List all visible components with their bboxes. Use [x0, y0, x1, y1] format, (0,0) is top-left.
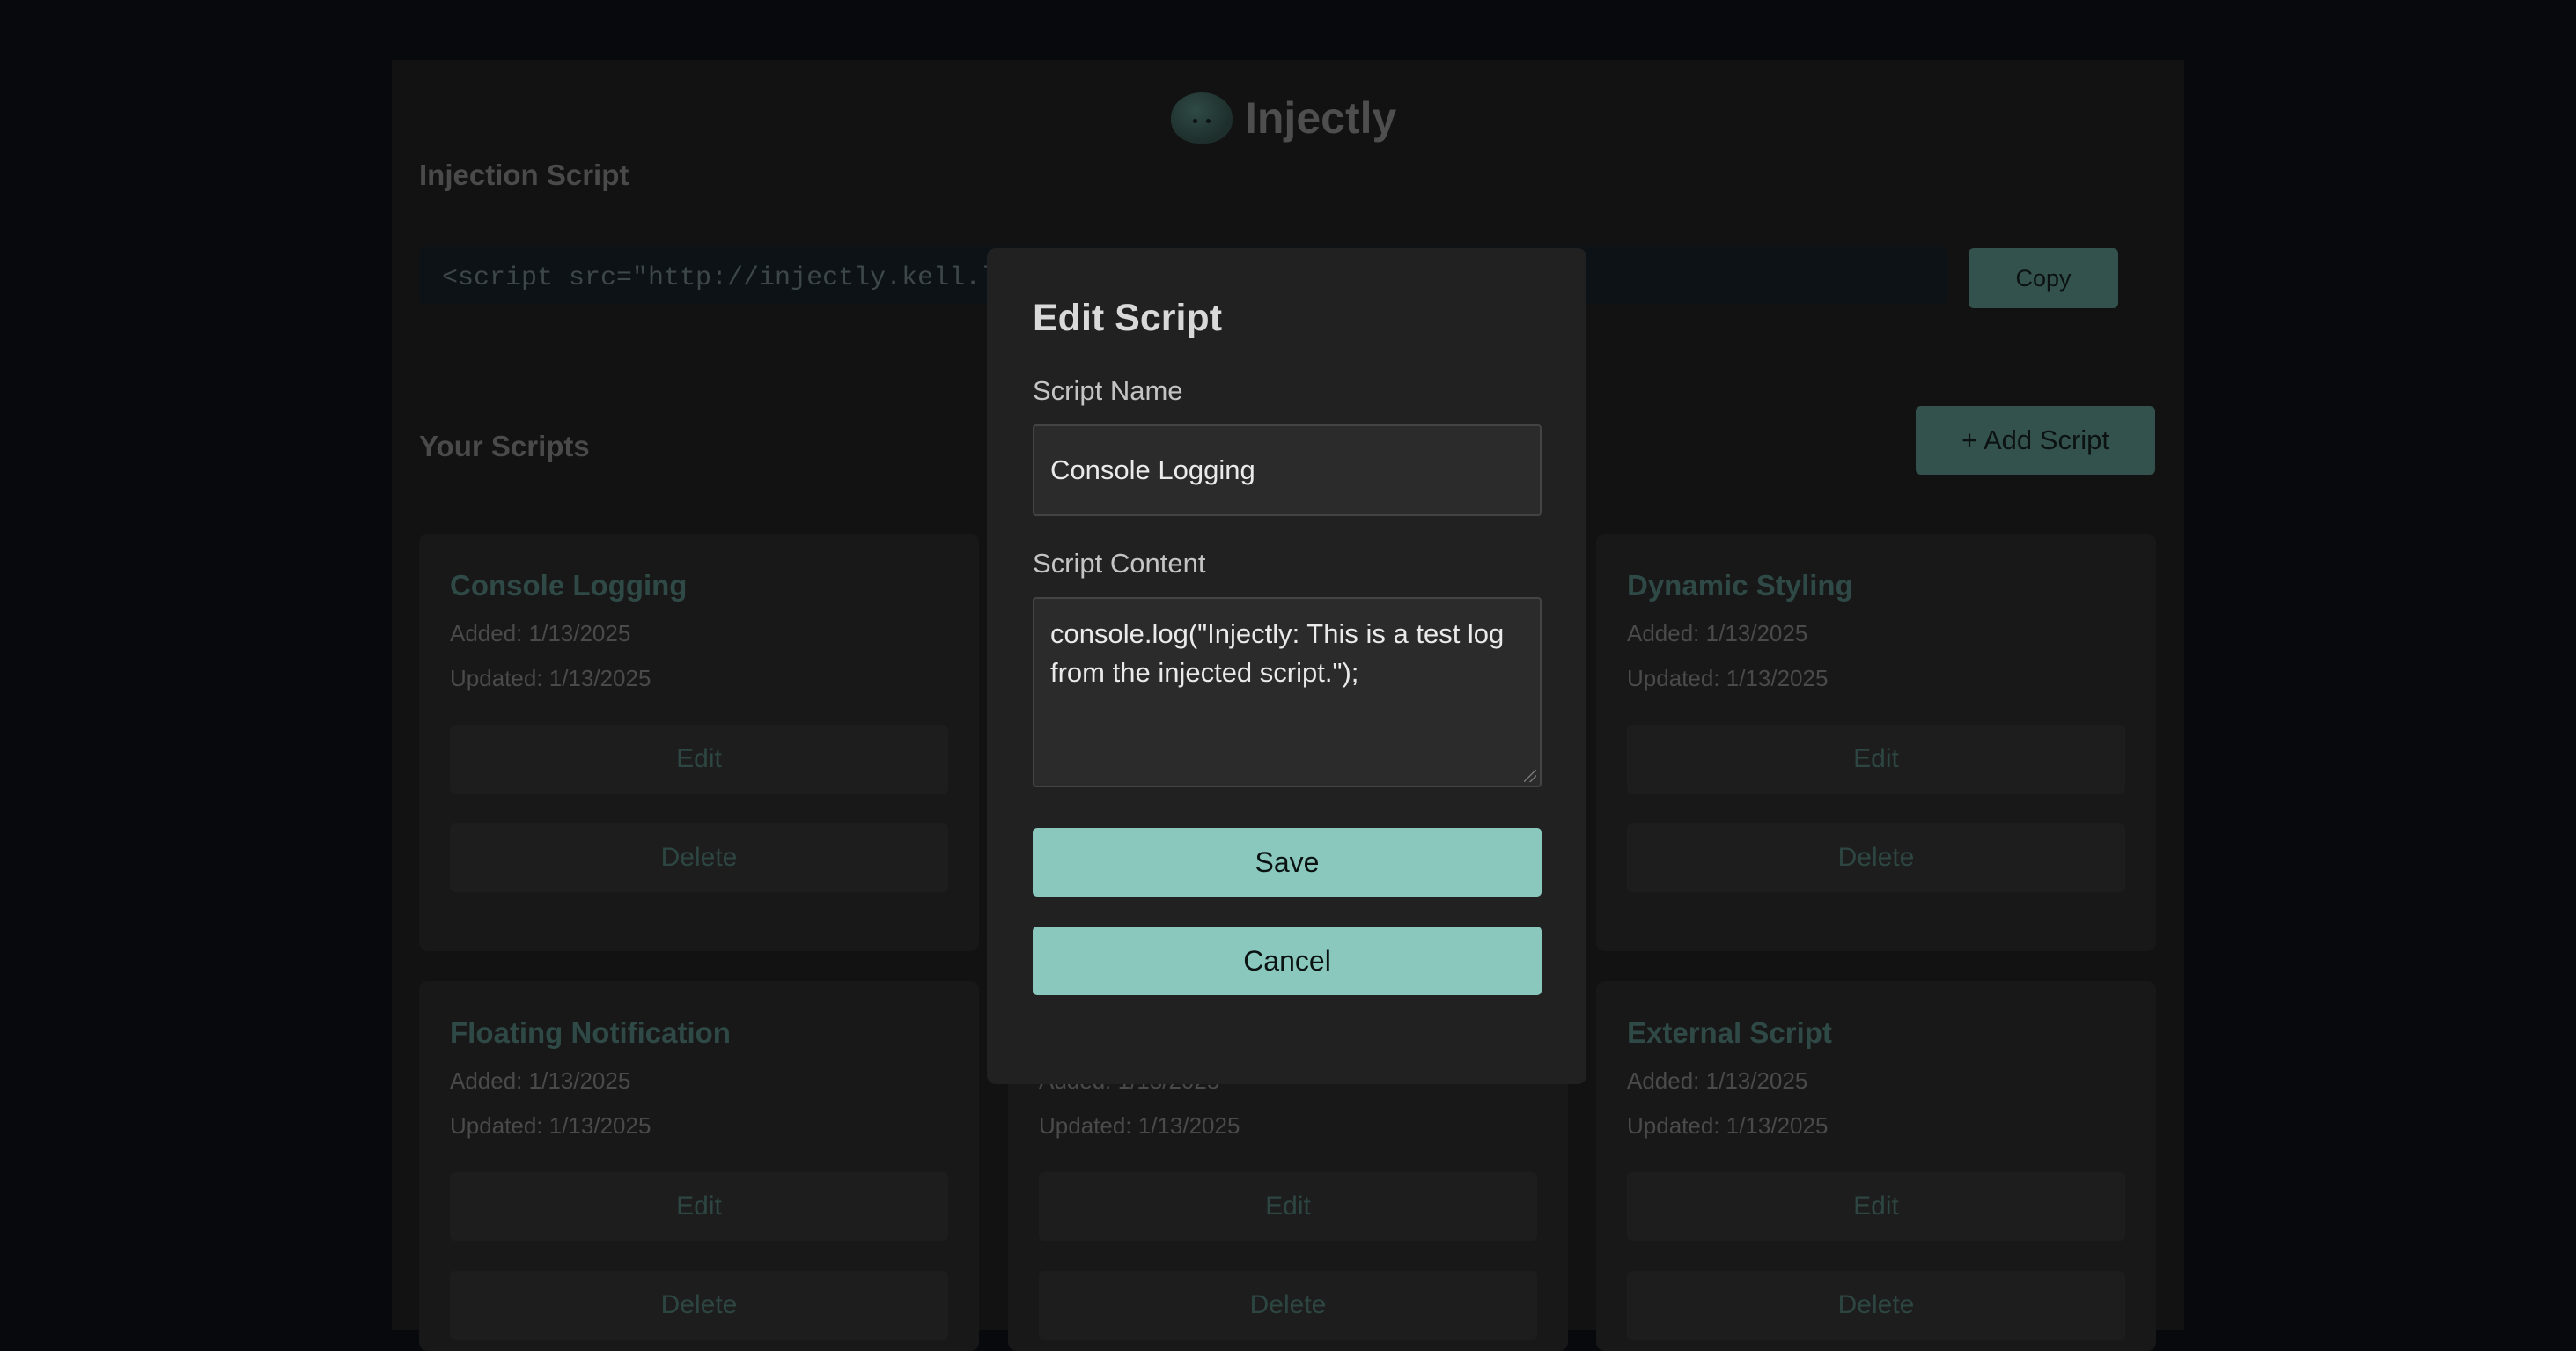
- add-script-button[interactable]: + Add Script: [1916, 406, 2155, 475]
- script-card: Floating Notification Added: 1/13/2025 U…: [419, 981, 979, 1351]
- script-content-label: Script Content: [1033, 548, 1206, 579]
- script-card-updated: Updated: 1/13/2025: [450, 1112, 651, 1139]
- delete-button[interactable]: Delete: [1039, 1271, 1537, 1340]
- delete-button[interactable]: Delete: [450, 1271, 948, 1340]
- edit-button[interactable]: Edit: [450, 725, 948, 794]
- delete-button[interactable]: Delete: [450, 823, 948, 892]
- edit-button[interactable]: Edit: [1627, 725, 2125, 794]
- cancel-button[interactable]: Cancel: [1033, 927, 1542, 995]
- edit-button[interactable]: Edit: [1627, 1172, 2125, 1241]
- edit-button[interactable]: Edit: [450, 1172, 948, 1241]
- script-card-updated: Updated: 1/13/2025: [1627, 1112, 1829, 1139]
- script-card-updated: Updated: 1/13/2025: [450, 665, 651, 691]
- app-header: Injectly: [1171, 90, 1396, 146]
- script-name-input[interactable]: [1033, 424, 1542, 516]
- edit-button[interactable]: Edit: [1039, 1172, 1537, 1241]
- edit-script-modal: Edit Script Script Name Script Content c…: [987, 248, 1586, 1084]
- script-card: External Script Added: 1/13/2025 Updated…: [1596, 981, 2156, 1351]
- script-name-label: Script Name: [1033, 375, 1183, 406]
- script-card-added: Added: 1/13/2025: [450, 620, 631, 646]
- logo-icon: [1171, 92, 1233, 144]
- save-button[interactable]: Save: [1033, 828, 1542, 897]
- modal-title: Edit Script: [1033, 297, 1223, 339]
- script-card-title: Dynamic Styling: [1627, 569, 1853, 602]
- script-content-text: console.log("Injectly: This is a test lo…: [1050, 618, 1505, 688]
- script-content-textarea[interactable]: console.log("Injectly: This is a test lo…: [1033, 597, 1542, 787]
- script-card-updated: Updated: 1/13/2025: [1039, 1112, 1240, 1139]
- script-card-title: External Script: [1627, 1016, 1832, 1049]
- injection-script-heading: Injection Script: [419, 159, 629, 191]
- script-card-title: Floating Notification: [450, 1016, 731, 1049]
- script-card: Console Logging Added: 1/13/2025 Updated…: [419, 534, 979, 951]
- script-card: Dynamic Styling Added: 1/13/2025 Updated…: [1596, 534, 2156, 951]
- script-card-added: Added: 1/13/2025: [1627, 1067, 1808, 1094]
- script-card-added: Added: 1/13/2025: [450, 1067, 631, 1094]
- app-title: Injectly: [1245, 93, 1397, 143]
- delete-button[interactable]: Delete: [1627, 1271, 2125, 1340]
- copy-button[interactable]: Copy: [1969, 248, 2118, 308]
- your-scripts-heading: Your Scripts: [419, 430, 590, 462]
- script-card-updated: Updated: 1/13/2025: [1627, 665, 1829, 691]
- script-card-added: Added: 1/13/2025: [1627, 620, 1808, 646]
- delete-button[interactable]: Delete: [1627, 823, 2125, 892]
- resize-handle-icon[interactable]: [1524, 770, 1536, 782]
- script-card-title: Console Logging: [450, 569, 688, 602]
